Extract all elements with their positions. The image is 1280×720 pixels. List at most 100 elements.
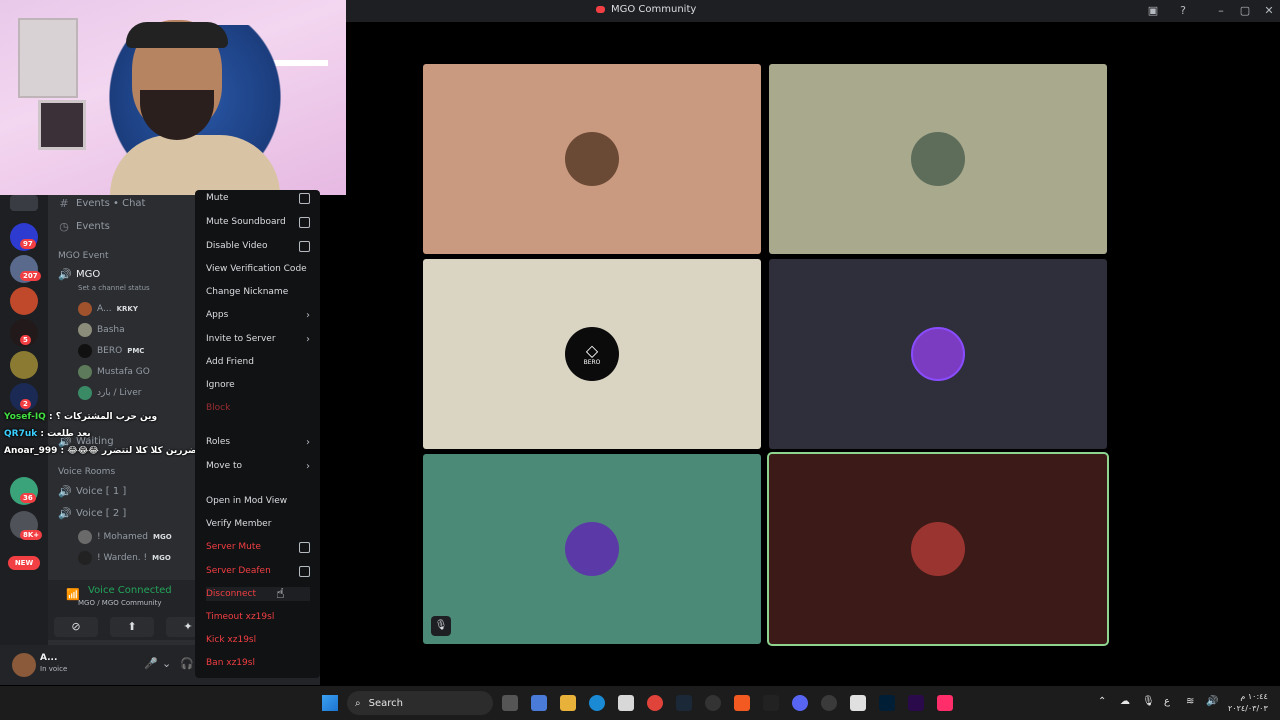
app-icon[interactable] — [821, 695, 837, 711]
menu-item-disable-video[interactable]: Disable Video — [206, 239, 310, 253]
edge-icon[interactable] — [589, 695, 605, 711]
avatar — [78, 386, 92, 400]
menu-item-ignore[interactable]: Ignore — [206, 378, 310, 392]
channel-label: MGO — [76, 269, 101, 280]
obs-icon[interactable] — [705, 695, 721, 711]
menu-label: Mute — [206, 193, 229, 203]
keyboard-layout-icon[interactable]: ع — [1164, 696, 1170, 707]
close-icon[interactable]: ✕ — [1262, 4, 1276, 18]
store-icon[interactable] — [618, 695, 634, 711]
checkbox[interactable] — [299, 565, 310, 577]
menu-item-block[interactable]: Block — [206, 401, 310, 415]
snipping-tool-icon[interactable] — [850, 695, 866, 711]
checkbox[interactable] — [299, 541, 310, 553]
menu-item-server-mute[interactable]: Server Mute — [206, 540, 310, 554]
voice-user[interactable]: A... KRKY — [78, 302, 138, 316]
menu-item-roles[interactable]: Roles › — [206, 435, 310, 449]
participant-tile[interactable]: 🎙 — [423, 454, 761, 644]
menu-label: Ignore — [206, 380, 235, 390]
user-name[interactable]: A... — [40, 653, 57, 663]
user-context-menu: Mute Mute Soundboard Disable Video View … — [195, 190, 320, 678]
menu-item-move-to[interactable]: Move to › — [206, 459, 310, 473]
participant-tile-speaking[interactable] — [767, 452, 1109, 646]
menu-item-ban[interactable]: Ban xz19sl — [206, 656, 310, 670]
taskbar-clock[interactable]: ١٠:٤٤ م ٢٠٢٤/٠٣/٠٣ — [1228, 691, 1268, 715]
voice-user[interactable]: Basha — [78, 323, 125, 337]
menu-item-change-nickname[interactable]: Change Nickname — [206, 285, 310, 299]
mic-toggle-button[interactable]: 🎙 — [431, 616, 451, 636]
channel-status-input[interactable]: Set a channel status — [78, 284, 150, 292]
microphone-icon[interactable]: 🎤 — [144, 657, 158, 670]
voice-user[interactable]: ! Warden. ! MGO — [78, 551, 171, 565]
file-explorer-icon[interactable] — [560, 695, 576, 711]
menu-item-open-in-mod-view[interactable]: Open in Mod View — [206, 494, 310, 508]
server-icon[interactable] — [10, 287, 38, 315]
server-icon[interactable] — [10, 351, 38, 379]
user-tag: KRKY — [116, 305, 138, 313]
menu-label: Kick xz19sl — [206, 635, 257, 645]
avatar — [78, 302, 92, 316]
photoshop-icon[interactable] — [879, 695, 895, 711]
windows-start-icon[interactable] — [322, 695, 338, 711]
microphone-tray-icon[interactable]: 🎙 — [1142, 696, 1155, 707]
volume-icon[interactable]: 🔊 — [1206, 696, 1218, 707]
minimize-icon[interactable]: – — [1214, 4, 1228, 18]
tiktok-icon[interactable] — [937, 695, 953, 711]
voice-user-name: BERO — [97, 346, 123, 356]
checkbox[interactable] — [299, 216, 310, 228]
help-icon[interactable]: ? — [1176, 4, 1190, 18]
menu-item-timeout[interactable]: Timeout xz19sl — [206, 610, 310, 624]
user-avatar[interactable] — [12, 653, 36, 677]
steam-icon[interactable] — [676, 695, 692, 711]
voice-user[interactable]: BERO PMC — [78, 344, 144, 358]
menu-item-mute[interactable]: Mute — [206, 191, 310, 205]
checkbox[interactable] — [299, 240, 310, 252]
wifi-icon[interactable]: ≋ — [1186, 696, 1194, 707]
new-unreads-pill[interactable]: NEW — [8, 556, 40, 570]
participant-tile[interactable] — [769, 259, 1107, 449]
share-screen-button[interactable]: ⬆ — [110, 617, 154, 637]
menu-item-invite-to-server[interactable]: Invite to Server › — [206, 332, 310, 346]
stream-chat-line: QR7uk : بعد طلعت — [4, 429, 91, 439]
menu-item-add-friend[interactable]: Add Friend — [206, 355, 310, 369]
voice-channel-mgo[interactable]: 🔊 MGO — [58, 268, 100, 281]
chevron-down-icon[interactable]: ⌄ — [162, 657, 171, 670]
voice-channel-1[interactable]: 🔊 Voice [ 1 ] — [58, 485, 126, 498]
voice-user-name: A... — [97, 304, 112, 314]
menu-item-view-verification-code[interactable]: View Verification Code — [206, 262, 310, 276]
inbox-icon[interactable]: ▣ — [1146, 4, 1160, 18]
menu-item-kick[interactable]: Kick xz19sl — [206, 633, 310, 647]
headphones-icon[interactable]: 🎧 — [180, 657, 194, 670]
menu-item-apps[interactable]: Apps › — [206, 308, 310, 322]
menu-item-mute-soundboard[interactable]: Mute Soundboard — [206, 215, 310, 229]
checkbox[interactable] — [299, 192, 310, 204]
channel-events-chat[interactable]: # Events • Chat — [58, 197, 145, 210]
taskbar-search[interactable]: ⌕ Search — [347, 691, 493, 715]
channel-events[interactable]: ◷ Events — [58, 220, 110, 233]
voice-user[interactable]: ! Mohamed MGO — [78, 530, 172, 544]
menu-item-disconnect[interactable]: Disconnect — [206, 587, 310, 601]
server-icon-cloud[interactable] — [10, 195, 38, 211]
category-mgo-event[interactable]: MGO Event — [58, 251, 108, 261]
task-view-icon[interactable] — [502, 695, 518, 711]
discord-icon[interactable] — [792, 695, 808, 711]
chrome-icon[interactable] — [647, 695, 663, 711]
menu-item-server-deafen[interactable]: Server Deafen — [206, 564, 310, 578]
voice-user[interactable]: Mustafa GO — [78, 365, 150, 379]
voice-user[interactable]: بارد / Liver — [78, 386, 141, 400]
capcut-icon[interactable] — [763, 695, 779, 711]
brave-icon[interactable] — [734, 695, 750, 711]
voice-status-title[interactable]: Voice Connected — [88, 585, 172, 596]
menu-item-verify-member[interactable]: Verify Member — [206, 517, 310, 531]
participant-tile[interactable] — [423, 64, 761, 254]
category-voice-rooms[interactable]: Voice Rooms — [58, 467, 115, 477]
participant-tile[interactable] — [769, 64, 1107, 254]
camera-off-button[interactable]: ⊘ — [54, 617, 98, 637]
maximize-icon[interactable]: ▢ — [1238, 4, 1252, 18]
participant-tile[interactable]: ◇ BERO — [423, 259, 761, 449]
premiere-icon[interactable] — [908, 695, 924, 711]
copilot-icon[interactable] — [531, 695, 547, 711]
network-icon[interactable]: ☁ — [1120, 696, 1130, 707]
voice-channel-2[interactable]: 🔊 Voice [ 2 ] — [58, 507, 126, 520]
chevron-up-icon[interactable]: ⌃ — [1098, 696, 1106, 707]
